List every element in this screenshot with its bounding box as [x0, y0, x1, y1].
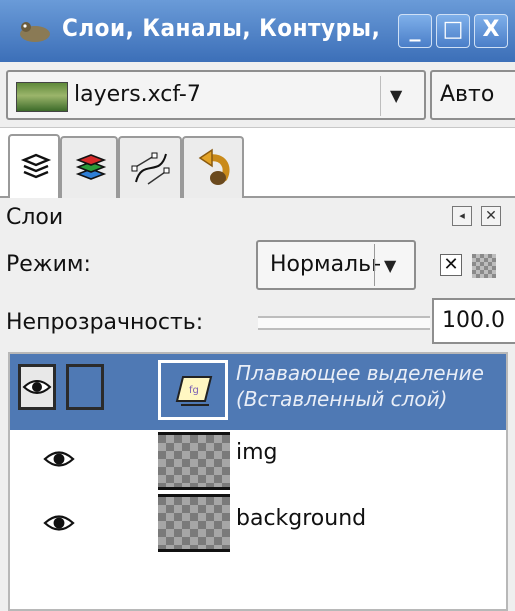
combo-separator	[380, 76, 381, 116]
gimp-wilber-icon	[20, 22, 50, 42]
eye-icon[interactable]	[42, 510, 76, 536]
layer-thumbnail-background	[158, 494, 230, 552]
layer-name-floating: Плавающее выделение (Вставленный слой)	[236, 360, 484, 412]
minimize-button[interactable]: _	[398, 14, 432, 48]
channels-icon	[75, 154, 107, 180]
image-combo[interactable]: layers.xcf-7 ▼	[6, 70, 426, 120]
maximize-button[interactable]: □	[436, 14, 470, 48]
paths-icon	[131, 152, 170, 185]
title-bar[interactable]: Слои, Каналы, Контуры, _ □ X	[0, 0, 515, 62]
svg-text:fg: fg	[189, 385, 199, 396]
tab-channels[interactable]	[60, 136, 118, 198]
mode-label: Режим:	[6, 252, 91, 277]
mode-value: Нормальный	[270, 252, 380, 277]
combo-separator	[374, 244, 375, 286]
undo-history-icon	[198, 148, 230, 185]
window-title: Слои, Каналы, Контуры,	[62, 14, 381, 42]
visibility-toggle[interactable]	[18, 364, 56, 410]
tab-undo-history[interactable]	[182, 136, 244, 198]
close-button[interactable]: X	[474, 14, 508, 48]
image-selector-bar: layers.xcf-7 ▼ Авто	[0, 62, 515, 128]
chevron-down-icon[interactable]: ▼	[384, 256, 396, 275]
opacity-label: Непрозрачность:	[6, 310, 204, 335]
floating-layer-thumbnail: fg	[158, 360, 228, 420]
layers-icon	[20, 153, 52, 179]
chevron-down-icon[interactable]: ▼	[390, 86, 402, 105]
layer-thumbnail-img	[158, 432, 230, 490]
eye-icon	[22, 380, 52, 394]
tab-layers[interactable]	[8, 134, 60, 198]
image-thumbnail	[16, 82, 68, 112]
close-tab-button[interactable]: ✕	[481, 206, 501, 226]
opacity-spinbutton[interactable]: 100.0	[432, 298, 515, 344]
panel-title: Слои	[6, 205, 64, 230]
chain-toggle[interactable]	[66, 364, 104, 410]
lock-alpha-icon[interactable]	[472, 254, 496, 278]
opacity-slider[interactable]	[258, 316, 430, 330]
keep-transparency-checkbox[interactable]: ✕	[440, 254, 462, 276]
tab-paths[interactable]	[118, 136, 182, 198]
panel-menu-button[interactable]: ◂	[452, 206, 472, 226]
auto-button[interactable]: Авто	[430, 70, 515, 120]
image-name: layers.xcf-7	[74, 82, 201, 107]
layer-name-line-2: (Вставленный слой)	[236, 387, 448, 411]
layer-name-img: img	[236, 440, 278, 465]
mode-select[interactable]: Нормальный ▼	[256, 240, 416, 290]
layer-name-line-1: Плавающее выделение	[236, 361, 484, 385]
layer-name-background: background	[236, 506, 367, 531]
floating-selection-icon: fg	[175, 376, 213, 406]
eye-icon[interactable]	[42, 446, 76, 472]
